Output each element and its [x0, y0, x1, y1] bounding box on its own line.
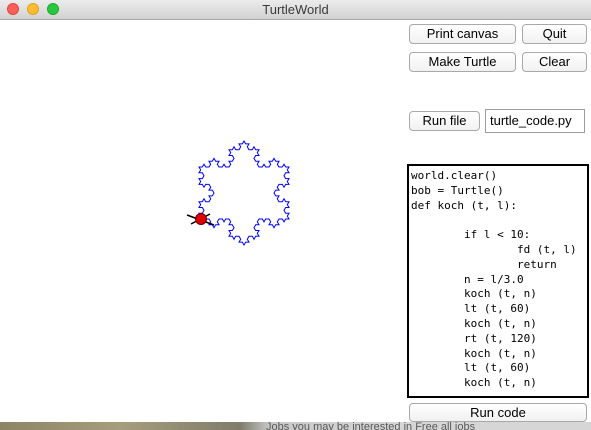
code-line: koch (t, n) — [411, 376, 537, 390]
code-line: koch (t, n) — [411, 346, 537, 360]
run-code-button[interactable]: Run code — [409, 403, 587, 422]
drawing-canvas[interactable] — [0, 20, 402, 430]
background-window-text: Jobs you may be interested in Free all j… — [266, 421, 476, 430]
make-turtle-button[interactable]: Make Turtle — [409, 52, 516, 72]
code-line: if l < 10: — [411, 228, 531, 242]
filename-input[interactable]: turtle_code.py — [485, 109, 585, 133]
code-line: lt (t, 60) — [411, 361, 531, 375]
code-line: def koch (t, l): — [411, 198, 517, 212]
code-line: world.clear() — [411, 169, 498, 182]
run-file-button[interactable]: Run file — [409, 111, 480, 131]
code-editor[interactable]: world.clear() bob = Turtle() def koch (t, … — [407, 164, 589, 398]
canvas-svg — [186, 140, 290, 246]
code-line: bob = Turtle() — [411, 183, 504, 197]
code-line: n = l/3.0 — [411, 272, 524, 286]
turtle-icon — [186, 213, 215, 226]
code-line: fd (t, l) — [411, 242, 577, 256]
title-bar: TurtleWorld — [0, 0, 591, 20]
turtle-body — [195, 213, 207, 225]
code-line: koch (t, n) — [411, 287, 537, 301]
code-line: lt (t, 60) — [411, 302, 531, 316]
window-title: TurtleWorld — [262, 2, 329, 17]
code-line: return — [411, 257, 557, 271]
quit-button[interactable]: Quit — [522, 24, 587, 44]
print-canvas-button[interactable]: Print canvas — [409, 24, 516, 44]
code-line: koch (t, n) — [411, 316, 537, 330]
turtleworld-window: TurtleWorld Print canvas Quit Make Turtl… — [0, 0, 591, 430]
code-line: rt (t, 120) — [411, 331, 537, 345]
koch-snowflake — [198, 140, 290, 246]
clear-button[interactable]: Clear — [522, 52, 587, 72]
